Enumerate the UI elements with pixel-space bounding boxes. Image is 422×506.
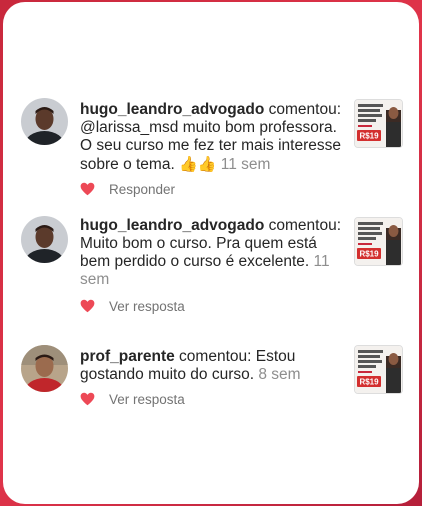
comment-timestamp: 11 sem (220, 156, 271, 173)
comment-actions: Ver resposta (80, 297, 185, 315)
comment-timestamp: 8 sem (258, 366, 301, 383)
post-thumbnail[interactable]: R$19 (354, 217, 403, 266)
avatar[interactable] (21, 345, 68, 392)
view-reply-button[interactable]: Ver resposta (109, 299, 185, 314)
comment-actions: Ver resposta (80, 390, 185, 408)
post-thumbnail[interactable]: R$19 (354, 345, 403, 394)
avatar[interactable] (21, 216, 68, 263)
comment-text: prof_parente comentou: Estou gostando mu… (80, 348, 344, 384)
post-thumbnail-price: R$19 (359, 132, 379, 141)
view-reply-button[interactable]: Ver resposta (109, 392, 185, 407)
thumbs-up-emoji: 👍👍 (179, 155, 217, 173)
post-thumbnail-price: R$19 (359, 250, 379, 259)
comment-verb: comentou: (264, 101, 341, 118)
heart-icon[interactable] (80, 392, 95, 406)
comment-username[interactable]: hugo_leandro_advogado (80, 217, 264, 234)
avatar[interactable] (21, 98, 68, 145)
comment-text: hugo_leandro_advogado comentou: Muito bo… (80, 217, 344, 289)
comment-actions: Responder (80, 180, 175, 198)
reply-button[interactable]: Responder (109, 182, 175, 197)
comment-verb: comentou: (264, 217, 341, 234)
post-thumbnail[interactable]: R$19 (354, 99, 403, 148)
comment-username[interactable]: prof_parente (80, 348, 175, 365)
comment-text: hugo_leandro_advogado comentou: @larissa… (80, 101, 344, 174)
notification-card: hugo_leandro_advogado comentou: @larissa… (3, 2, 419, 504)
comment-verb: comentou: (174, 348, 256, 365)
heart-icon[interactable] (80, 182, 95, 196)
post-thumbnail-price: R$19 (359, 378, 379, 387)
comment-body: Muito bom o curso. Pra quem está bem per… (80, 235, 317, 270)
comment-username[interactable]: hugo_leandro_advogado (80, 101, 264, 118)
heart-icon[interactable] (80, 299, 95, 313)
